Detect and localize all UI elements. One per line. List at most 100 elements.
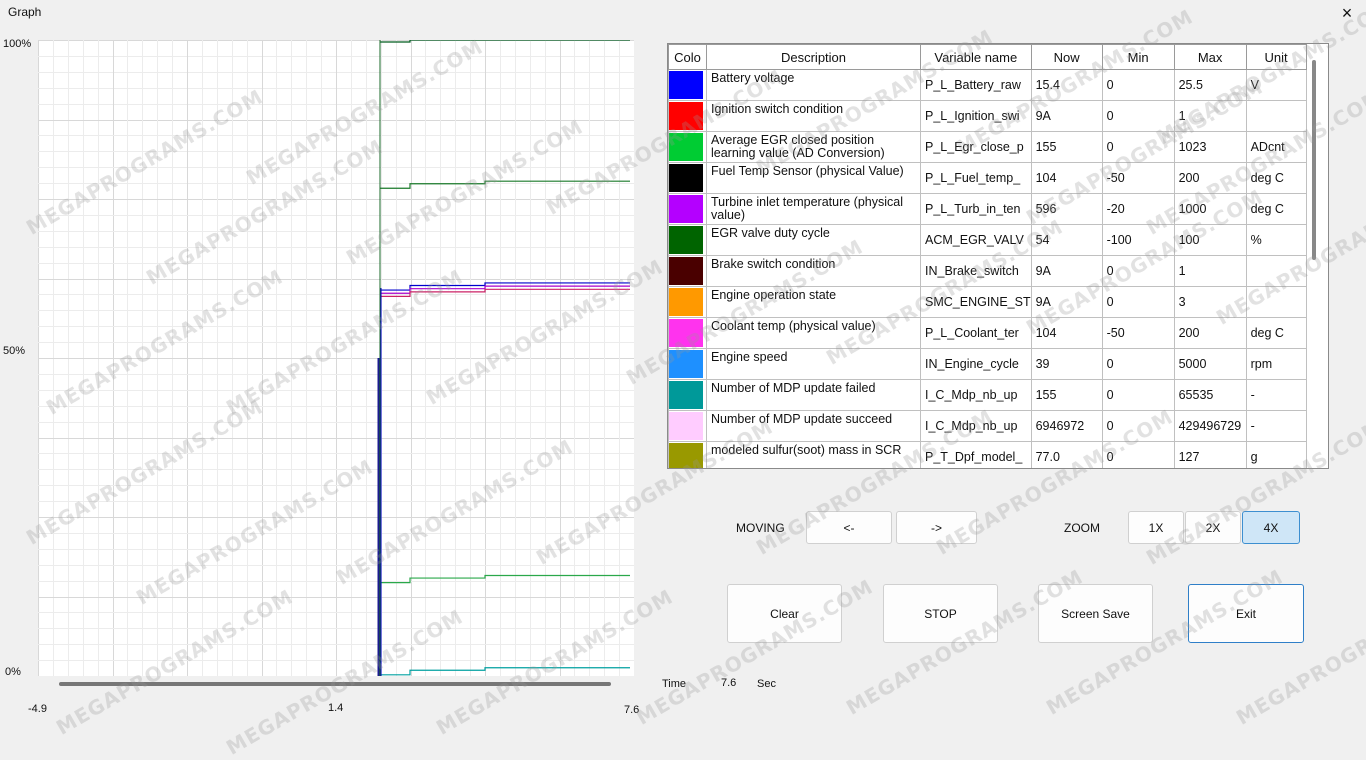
- color-swatch: [668, 224, 707, 256]
- color-swatch-fill: [669, 226, 703, 254]
- unit-cell: g: [1245, 441, 1307, 468]
- min-cell: 0: [1101, 100, 1175, 132]
- zoom-1x-button[interactable]: 1X: [1128, 511, 1184, 544]
- table-row[interactable]: Number of MDP update failed I_C_Mdp_nb_up…: [668, 379, 1307, 411]
- min-cell: 0: [1101, 379, 1175, 411]
- table-row[interactable]: Battery voltage P_L_Battery_raw 15.4 0 25.5 V: [668, 69, 1307, 101]
- table-row[interactable]: Coolant temp (physical value) P_L_Coolant…: [668, 317, 1307, 349]
- color-swatch: [668, 410, 707, 442]
- unit-cell: %: [1245, 224, 1307, 256]
- color-swatch-fill: [669, 319, 703, 347]
- color-swatch: [668, 286, 707, 318]
- time-label: Time: [662, 678, 687, 690]
- close-icon[interactable]: ×: [1336, 2, 1358, 24]
- now-cell: 15.4: [1030, 69, 1103, 101]
- variable-cell: P_L_Battery_raw: [920, 69, 1032, 101]
- table-row[interactable]: Engine speed IN_Engine_cycle 39 0 5000 rpm: [668, 348, 1307, 380]
- min-cell: -100: [1101, 224, 1175, 256]
- min-cell: 0: [1101, 69, 1175, 101]
- move-right-button[interactable]: ->: [896, 511, 977, 544]
- max-cell: 5000: [1173, 348, 1247, 380]
- table-row[interactable]: Average EGR closed position learning val…: [668, 131, 1307, 163]
- col-header-max: Max: [1173, 44, 1247, 70]
- table-row[interactable]: modeled sulfur(soot) mass in SCR P_T_Dpf_…: [668, 441, 1307, 468]
- clear-button[interactable]: Clear: [727, 584, 842, 643]
- now-cell: 39: [1030, 348, 1103, 380]
- move-left-button[interactable]: <-: [806, 511, 892, 544]
- min-cell: 0: [1101, 131, 1175, 163]
- table-row[interactable]: Number of MDP update succeed I_C_Mdp_nb_u…: [668, 410, 1307, 442]
- min-cell: 0: [1101, 410, 1175, 442]
- col-header-variable: Variable name: [920, 44, 1032, 70]
- screen-save-button[interactable]: Screen Save: [1038, 584, 1153, 643]
- max-cell: 1: [1173, 100, 1247, 132]
- max-cell: 1: [1173, 255, 1247, 287]
- table-row[interactable]: Fuel Temp Sensor (physical Value) P_L_Fue…: [668, 162, 1307, 194]
- variable-cell: P_L_Egr_close_p: [920, 131, 1032, 163]
- table-row[interactable]: EGR valve duty cycle ACM_EGR_VALV 54 -100 10…: [668, 224, 1307, 256]
- stop-button[interactable]: STOP: [883, 584, 998, 643]
- now-cell: 596: [1030, 193, 1103, 225]
- col-header-min: Min: [1101, 44, 1175, 70]
- moving-label: MOVING: [736, 521, 785, 535]
- time-unit: Sec: [757, 678, 776, 690]
- exit-button[interactable]: Exit: [1188, 584, 1304, 643]
- variable-cell: I_C_Mdp_nb_up: [920, 410, 1032, 442]
- max-cell: 3: [1173, 286, 1247, 318]
- graph-svg: [38, 40, 634, 676]
- description-cell: Fuel Temp Sensor (physical Value): [706, 162, 921, 194]
- series-line: [380, 667, 630, 676]
- unit-cell: deg C: [1245, 317, 1307, 349]
- x-label-mid: 1.4: [328, 702, 344, 714]
- unit-cell: -: [1245, 379, 1307, 411]
- table-row[interactable]: Turbine inlet temperature (physical valu…: [668, 193, 1307, 225]
- color-swatch-fill: [669, 195, 703, 223]
- color-swatch: [668, 379, 707, 411]
- variable-cell: I_C_Mdp_nb_up: [920, 379, 1032, 411]
- time-value: 7.6: [721, 677, 737, 689]
- min-cell: -50: [1101, 317, 1175, 349]
- min-cell: -50: [1101, 162, 1175, 194]
- col-header-unit: Unit: [1245, 44, 1307, 70]
- unit-cell: rpm: [1245, 348, 1307, 380]
- description-cell: Engine speed: [706, 348, 921, 380]
- table-vertical-scrollbar[interactable]: [1312, 60, 1316, 260]
- col-header-now: Now: [1030, 44, 1103, 70]
- table-row[interactable]: Engine operation state SMC_ENGINE_ST 9A 0 3: [668, 286, 1307, 318]
- color-swatch-fill: [669, 288, 703, 316]
- max-cell: 1000: [1173, 193, 1247, 225]
- color-swatch: [668, 162, 707, 194]
- max-cell: 429496729: [1173, 410, 1247, 442]
- unit-cell: V: [1245, 69, 1307, 101]
- min-cell: 0: [1101, 348, 1175, 380]
- color-swatch-fill: [669, 350, 703, 378]
- variable-cell: P_L_Coolant_ter: [920, 317, 1032, 349]
- min-cell: 0: [1101, 441, 1175, 468]
- unit-cell: deg C: [1245, 162, 1307, 194]
- color-swatch: [668, 317, 707, 349]
- zoom-label: ZOOM: [1064, 521, 1100, 535]
- description-cell: modeled sulfur(soot) mass in SCR: [706, 441, 921, 468]
- color-swatch: [668, 131, 707, 163]
- description-cell: Brake switch condition: [706, 255, 921, 287]
- description-cell: Number of MDP update succeed: [706, 410, 921, 442]
- graph-horizontal-scrollbar[interactable]: [59, 682, 611, 686]
- now-cell: 54: [1030, 224, 1103, 256]
- table-row[interactable]: Brake switch condition IN_Brake_switch 9A 0…: [668, 255, 1307, 287]
- now-cell: 6946972: [1030, 410, 1103, 442]
- color-swatch: [668, 255, 707, 287]
- signal-table-container: Colo Description Variable name Now Min M…: [667, 43, 1329, 469]
- color-swatch-fill: [669, 257, 703, 285]
- zoom-4x-button[interactable]: 4X: [1242, 511, 1300, 544]
- max-cell: 65535: [1173, 379, 1247, 411]
- variable-cell: IN_Brake_switch: [920, 255, 1032, 287]
- color-swatch: [668, 69, 707, 101]
- max-cell: 1023: [1173, 131, 1247, 163]
- now-cell: 77.0: [1030, 441, 1103, 468]
- color-swatch-fill: [669, 133, 703, 161]
- description-cell: Average EGR closed position learning val…: [706, 131, 921, 163]
- signal-table: Colo Description Variable name Now Min M…: [668, 44, 1307, 468]
- table-row[interactable]: Ignition switch condition P_L_Ignition_sw…: [668, 100, 1307, 132]
- col-header-color: Colo: [668, 44, 707, 70]
- zoom-2x-button[interactable]: 2X: [1185, 511, 1241, 544]
